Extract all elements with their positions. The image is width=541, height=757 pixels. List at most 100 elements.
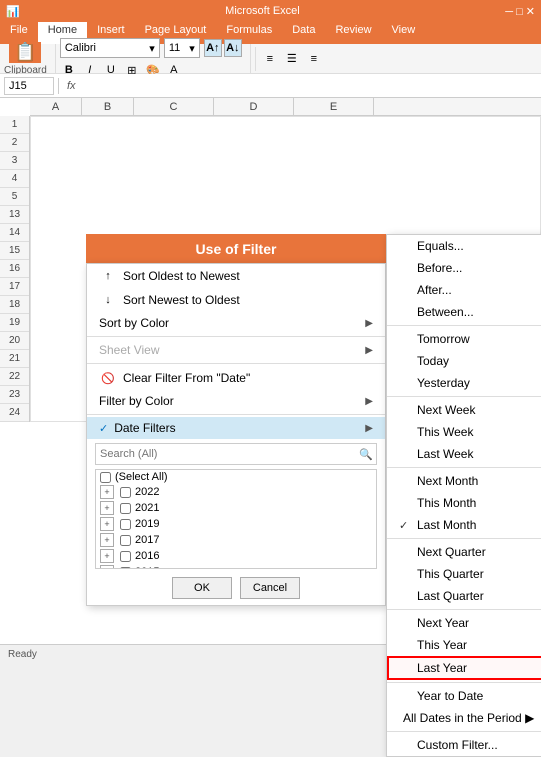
title-bar: 📊 Microsoft Excel ─ □ ✕	[0, 0, 541, 22]
date-menu-next-week-label: Next Week	[417, 403, 475, 417]
date-menu-next-week[interactable]: Next Week	[387, 399, 541, 421]
date-menu-next-year[interactable]: Next Year	[387, 612, 541, 634]
check-item-2021[interactable]: + 2021	[96, 500, 376, 516]
date-menu-yesterday[interactable]: Yesterday	[387, 372, 541, 394]
expand-2016-icon[interactable]: +	[100, 549, 114, 563]
check-item-2022[interactable]: + 2022	[96, 484, 376, 500]
menu-clear-filter[interactable]: 🚫 Clear Filter From "Date"	[87, 366, 385, 390]
check-item-select-all[interactable]: (Select All)	[96, 470, 376, 484]
date-menu-this-week[interactable]: This Week	[387, 421, 541, 443]
date-menu-next-quarter[interactable]: Next Quarter	[387, 541, 541, 563]
sheet-view-arrow-icon: ▶	[365, 345, 373, 356]
separator-1	[87, 336, 385, 337]
menu-sort-oldest[interactable]: ↑ Sort Oldest to Newest	[87, 264, 385, 288]
alignment-section: ≡ ☰ ≡	[255, 47, 328, 71]
expand-2021-icon[interactable]: +	[100, 501, 114, 515]
check-item-2015-label: 2015	[135, 566, 159, 569]
tab-data[interactable]: Data	[282, 22, 325, 44]
menu-sort-newest[interactable]: ↓ Sort Newest to Oldest	[87, 288, 385, 312]
checkbox-2015[interactable]	[120, 567, 131, 570]
font-size-select[interactable]: 11 ▾	[164, 38, 200, 58]
date-menu-tomorrow[interactable]: Tomorrow	[387, 328, 541, 350]
font-grow-btn[interactable]: A↑	[204, 39, 222, 57]
cell-reference[interactable]: J15	[4, 77, 54, 95]
menu-sort-color[interactable]: Sort by Color ▶	[87, 312, 385, 334]
date-menu-after-label: After...	[417, 283, 452, 297]
row-num-1: 1	[0, 116, 29, 134]
date-menu-this-month[interactable]: This Month	[387, 492, 541, 514]
checkbox-2019[interactable]	[120, 519, 131, 530]
date-menu-last-week[interactable]: Last Week	[387, 443, 541, 465]
align-right-btn[interactable]: ≡	[304, 49, 324, 69]
checkbox-select-all[interactable]	[100, 472, 111, 483]
date-menu-all-dates[interactable]: All Dates in the Period ▶	[387, 707, 541, 729]
menu-sort-oldest-label: Sort Oldest to Newest	[123, 269, 240, 283]
menu-filter-color[interactable]: Filter by Color ▶	[87, 390, 385, 412]
tab-review[interactable]: Review	[325, 22, 381, 44]
check-item-2016[interactable]: + 2016	[96, 548, 376, 564]
sort-desc-icon: ↓	[99, 292, 117, 308]
date-menu-between-label: Between...	[417, 305, 474, 319]
row-num-16: 16	[0, 260, 29, 278]
date-menu-equals[interactable]: Equals...	[387, 235, 541, 257]
date-menu-next-quarter-label: Next Quarter	[417, 545, 486, 559]
check-item-2021-label: 2021	[135, 502, 159, 514]
dialog-buttons: OK Cancel	[87, 571, 385, 605]
row-num-20: 20	[0, 332, 29, 350]
date-menu-before[interactable]: Before...	[387, 257, 541, 279]
date-menu-this-quarter-label: This Quarter	[417, 567, 484, 581]
date-menu-after[interactable]: After...	[387, 279, 541, 301]
expand-2022-icon[interactable]: +	[100, 485, 114, 499]
cancel-button[interactable]: Cancel	[240, 577, 300, 599]
menu-sheet-view-label: Sheet View	[99, 343, 160, 357]
spreadsheet-app: 📊 Microsoft Excel ─ □ ✕ File Home Insert…	[0, 0, 541, 664]
clipboard-section: 📋 Clipboard	[4, 44, 56, 73]
font-shrink-btn[interactable]: A↓	[224, 39, 242, 57]
use-of-filter-header: Use of Filter	[86, 234, 386, 264]
check-item-2019[interactable]: + 2019	[96, 516, 376, 532]
date-menu-year-to-date[interactable]: Year to Date	[387, 685, 541, 707]
date-menu-today[interactable]: Today	[387, 350, 541, 372]
menu-date-filters[interactable]: ✓ Date Filters ▶	[87, 417, 385, 439]
col-header-e: E	[294, 98, 374, 115]
context-menu: ↑ Sort Oldest to Newest ↓ Sort Newest to…	[86, 263, 386, 606]
search-icon[interactable]: 🔍	[356, 444, 376, 464]
date-menu-today-label: Today	[417, 354, 449, 368]
search-input[interactable]	[96, 448, 356, 460]
date-menu-custom[interactable]: Custom Filter...	[387, 734, 541, 756]
date-menu-tomorrow-label: Tomorrow	[417, 332, 470, 346]
date-menu-year-to-date-label: Year to Date	[417, 689, 483, 703]
checkbox-2022[interactable]	[120, 487, 131, 498]
checkbox-2017[interactable]	[120, 535, 131, 546]
expand-2017-icon[interactable]: +	[100, 533, 114, 547]
ok-button[interactable]: OK	[172, 577, 232, 599]
title-bar-icons: 📊	[6, 5, 20, 18]
app-title: Microsoft Excel	[225, 5, 300, 17]
checkbox-2021[interactable]	[120, 503, 131, 514]
date-menu-next-month[interactable]: Next Month	[387, 470, 541, 492]
date-menu-last-year[interactable]: Last Year	[387, 656, 541, 680]
formula-bar-separator	[58, 78, 59, 94]
check-item-2015[interactable]: + 2015	[96, 564, 376, 569]
date-menu-this-year[interactable]: This Year	[387, 634, 541, 656]
checklist[interactable]: (Select All) + 2022 + 2021 + 2019	[95, 469, 377, 569]
menu-clear-filter-label: Clear Filter From "Date"	[123, 371, 250, 385]
date-menu-between[interactable]: Between...	[387, 301, 541, 323]
paste-icon[interactable]: 📋	[9, 42, 41, 63]
row-numbers: 1 2 3 4 5 13 14 15 16 17 18 19 20 21 22 …	[0, 116, 30, 422]
check-item-2017[interactable]: + 2017	[96, 532, 376, 548]
expand-2019-icon[interactable]: +	[100, 517, 114, 531]
menu-date-filters-label: Date Filters	[114, 421, 175, 435]
search-box-container[interactable]: 🔍	[95, 443, 377, 465]
grid-wrapper: A B C D E 1 2 3 4 5 13 14 15 16 17	[0, 98, 541, 644]
expand-2015-icon[interactable]: +	[100, 565, 114, 569]
date-menu-last-quarter[interactable]: Last Quarter	[387, 585, 541, 607]
date-menu-last-month[interactable]: ✓ Last Month	[387, 514, 541, 536]
align-center-btn[interactable]: ☰	[282, 49, 302, 69]
font-name-select[interactable]: Calibri ▾	[60, 38, 160, 58]
date-sep-1	[387, 325, 541, 326]
tab-view[interactable]: View	[382, 22, 426, 44]
align-left-btn[interactable]: ≡	[260, 49, 280, 69]
date-menu-this-quarter[interactable]: This Quarter	[387, 563, 541, 585]
checkbox-2016[interactable]	[120, 551, 131, 562]
